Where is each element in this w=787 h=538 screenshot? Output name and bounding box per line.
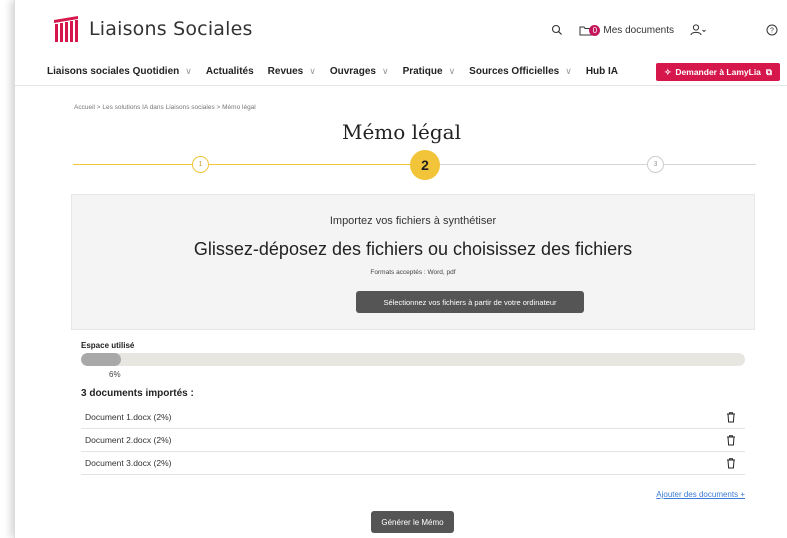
brand-name: Liaisons Sociales	[89, 18, 253, 40]
ask-lamylia-button[interactable]: ✧ Demander à LamyLia ⧉	[656, 63, 780, 81]
header: Liaisons Sociales 0 Mes documents ?	[15, 0, 787, 58]
app-window: Liaisons Sociales 0 Mes documents ? Liai…	[14, 0, 787, 538]
add-documents-link[interactable]: Ajouter des documents +	[656, 490, 745, 499]
brand-mark-icon	[54, 16, 78, 42]
chevron-down-icon: ∨	[309, 66, 316, 76]
nav-item-hub-ia[interactable]: Hub IA	[586, 66, 618, 77]
list-item: Document 2.docx (2%)	[81, 429, 745, 452]
document-name: Document 1.docx (2%)	[85, 412, 172, 422]
trash-icon[interactable]	[725, 434, 737, 446]
list-item: Document 1.docx (2%)	[81, 406, 745, 429]
document-name: Document 2.docx (2%)	[85, 435, 172, 445]
step-1: 1	[192, 156, 209, 173]
nav-item-liaisons-sociales-quotidien[interactable]: Liaisons sociales Quotidien ∨	[47, 66, 192, 77]
documents-count-badge: 0	[589, 24, 601, 36]
my-documents-button[interactable]: 0 Mes documents	[579, 24, 674, 36]
nav-item-sources-officielles[interactable]: Sources Officielles ∨	[469, 66, 572, 77]
nav-item-revues[interactable]: Revues ∨	[268, 66, 316, 77]
chevron-down-icon: ∨	[185, 66, 192, 76]
search-icon[interactable]	[551, 24, 563, 36]
breadcrumb[interactable]: Accueil > Les solutions IA dans Liaisons…	[74, 104, 256, 111]
upload-dropzone[interactable]: Importez vos fichiers à synthétiser Glis…	[71, 194, 755, 330]
step-3: 3	[647, 156, 664, 173]
brand-logo[interactable]: Liaisons Sociales	[51, 14, 253, 44]
documents-title: 3 documents importés :	[81, 388, 194, 399]
storage-label: Espace utilisé	[81, 341, 135, 350]
svg-text:?: ?	[770, 28, 774, 35]
upload-main-text: Glissez-déposez des fichiers ou choisiss…	[193, 239, 633, 259]
upload-subtitle: Importez vos fichiers à synthétiser	[329, 215, 497, 227]
help-icon[interactable]: ?	[766, 24, 778, 36]
nav-item-ouvrages[interactable]: Ouvrages ∨	[330, 66, 389, 77]
document-name: Document 3.docx (2%)	[85, 458, 172, 468]
trash-icon[interactable]	[725, 411, 737, 423]
trash-icon[interactable]	[725, 457, 737, 469]
stepper: 1 2 3	[73, 150, 756, 180]
documents-list: Document 1.docx (2%) Document 2.docx (2%…	[81, 406, 745, 475]
my-documents-label: Mes documents	[603, 24, 674, 36]
nav-item-pratique[interactable]: Pratique ∨	[403, 66, 456, 77]
chevron-down-icon: ∨	[565, 66, 572, 76]
stepper-line-todo	[418, 164, 756, 165]
user-icon[interactable]	[690, 24, 706, 36]
accepted-formats: Formats acceptés : Word, pdf	[370, 269, 456, 276]
step-2: 2	[410, 150, 440, 180]
stepper-line-done	[73, 164, 418, 165]
select-files-button[interactable]: Sélectionnez vos fichiers à partir de vo…	[356, 291, 584, 313]
external-link-icon: ⧉	[765, 66, 772, 77]
storage-progress-fill	[81, 353, 121, 366]
storage-percent: 6%	[109, 370, 121, 379]
sparkle-icon: ✧	[664, 66, 672, 77]
chevron-down-icon: ∨	[381, 66, 389, 76]
storage-progress-bar	[81, 353, 745, 366]
generate-memo-button[interactable]: Générer le Mémo	[371, 511, 454, 533]
main-nav: Liaisons sociales Quotidien ∨ Actualités …	[15, 58, 787, 86]
page-title: Mémo légal	[341, 120, 462, 144]
nav-item-actualites[interactable]: Actualités	[206, 66, 254, 77]
list-item: Document 3.docx (2%)	[81, 452, 745, 475]
chevron-down-icon: ∨	[448, 66, 456, 76]
header-actions: 0 Mes documents ?	[535, 24, 778, 36]
